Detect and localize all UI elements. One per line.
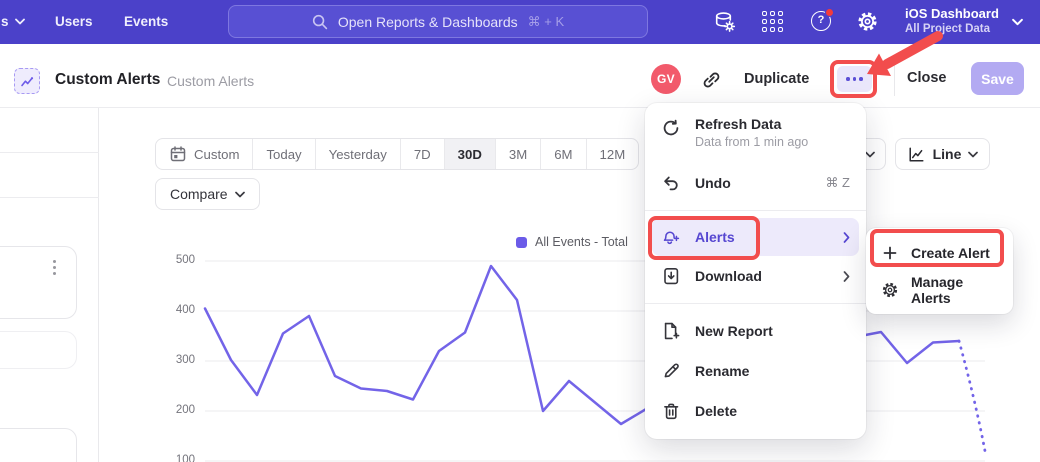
- date-range-7d[interactable]: 7D: [400, 139, 444, 169]
- menu-item-subtitle: Data from 1 min ago: [695, 135, 850, 149]
- submenu-item-label: Manage Alerts: [911, 274, 998, 306]
- download-menu-item[interactable]: Download: [645, 256, 866, 296]
- notification-dot: [825, 8, 834, 17]
- chevron-down-icon: [865, 151, 875, 158]
- chevron-right-icon: [843, 271, 850, 282]
- chevron-right-icon: [843, 232, 850, 243]
- menu-item-label: New Report: [695, 323, 773, 339]
- top-nav-bar: s Users Events Open Reports & Dashboards…: [0, 0, 1040, 44]
- rename-menu-item[interactable]: Rename: [645, 351, 866, 391]
- chevron-down-icon: [968, 151, 978, 158]
- breadcrumb[interactable]: Custom Alerts: [167, 73, 254, 89]
- nav-item-partial-label: s: [1, 14, 9, 29]
- date-range-yesterday[interactable]: Yesterday: [315, 139, 400, 169]
- card-kebab-menu-icon[interactable]: [53, 260, 56, 275]
- sidebar-card[interactable]: [0, 331, 77, 369]
- share-link-icon[interactable]: [700, 69, 722, 91]
- undo-icon: [661, 173, 681, 193]
- chevron-down-icon: [235, 191, 245, 198]
- refresh-data-menu-item[interactable]: Refresh Data Data from 1 min ago: [645, 111, 866, 163]
- delete-menu-item[interactable]: Delete: [645, 391, 866, 431]
- bell-plus-icon: [661, 227, 681, 247]
- mini-line-chart-icon: [19, 73, 35, 89]
- calendar-icon: [169, 145, 187, 163]
- close-button[interactable]: Close: [907, 70, 947, 86]
- y-tick-label: 200: [150, 404, 195, 416]
- trash-icon: [661, 401, 681, 421]
- more-options-menu: Refresh Data Data from 1 min ago Undo ⌘ …: [645, 103, 866, 439]
- nav-item-users[interactable]: Users: [55, 14, 93, 29]
- new-report-icon: [661, 321, 681, 341]
- chart-legend-item[interactable]: All Events - Total: [516, 235, 628, 249]
- search-placeholder: Open Reports & Dashboards: [338, 14, 518, 30]
- menu-item-label: Download: [695, 268, 762, 284]
- date-range-today[interactable]: Today: [252, 139, 314, 169]
- legend-label: All Events - Total: [535, 235, 628, 249]
- search-shortcut: ⌘ + K: [528, 14, 565, 30]
- menu-item-label: Refresh Data: [695, 116, 781, 132]
- chevron-down-icon[interactable]: [1012, 18, 1023, 26]
- new-report-menu-item[interactable]: New Report: [645, 311, 866, 351]
- settings-gear-icon[interactable]: [856, 10, 879, 33]
- download-icon: [661, 266, 681, 286]
- sidebar-card[interactable]: [0, 428, 77, 462]
- legend-swatch: [516, 237, 527, 248]
- y-tick-label: 100: [150, 454, 195, 462]
- create-alert-item[interactable]: Create Alert: [866, 234, 1013, 271]
- date-range-3m[interactable]: 3M: [495, 139, 540, 169]
- project-name: iOS Dashboard: [905, 6, 999, 21]
- pencil-icon: [661, 361, 681, 381]
- shortcut-hint: ⌘ Z: [825, 175, 850, 191]
- save-button[interactable]: Save: [971, 62, 1024, 95]
- y-tick-label: 300: [150, 354, 195, 366]
- menu-divider: [645, 303, 866, 304]
- date-range-12m[interactable]: 12M: [586, 139, 639, 169]
- compare-button[interactable]: Compare: [155, 178, 260, 210]
- gear-icon: [881, 281, 899, 299]
- nav-item-events[interactable]: Events: [124, 14, 168, 29]
- line-chart-icon: [907, 145, 926, 164]
- more-options-button[interactable]: [837, 66, 872, 92]
- nav-item-partial[interactable]: s: [1, 14, 25, 29]
- sidebar-divider: [0, 197, 99, 198]
- plus-icon: [881, 244, 899, 262]
- menu-item-label: Rename: [695, 363, 749, 379]
- date-range-custom[interactable]: Custom: [156, 139, 252, 169]
- menu-item-label: Undo: [695, 175, 731, 191]
- chevron-down-icon: [15, 18, 25, 25]
- search-icon: [312, 14, 328, 30]
- menu-item-label: Delete: [695, 403, 737, 419]
- sidebar-divider: [0, 152, 99, 153]
- submenu-item-label: Create Alert: [911, 245, 990, 261]
- apps-grid-icon[interactable]: [762, 11, 785, 34]
- menu-item-label: Alerts: [695, 229, 735, 245]
- manage-alerts-item[interactable]: Manage Alerts: [866, 271, 1013, 308]
- alerts-menu-item[interactable]: Alerts: [652, 218, 859, 256]
- refresh-icon: [661, 118, 681, 138]
- page-title: Custom Alerts: [55, 71, 160, 89]
- date-range-30d-selected[interactable]: 30D: [444, 139, 495, 169]
- app-window: 500 400 300 200 100 All Events - Total s…: [0, 0, 1040, 462]
- undo-menu-item[interactable]: Undo ⌘ Z: [645, 163, 866, 203]
- search-input[interactable]: Open Reports & Dashboards ⌘ + K: [228, 5, 648, 38]
- data-management-icon[interactable]: [713, 10, 737, 34]
- date-range-segmented-control: Custom Today Yesterday 7D 30D 3M 6M 12M: [155, 138, 639, 170]
- menu-divider: [645, 210, 866, 211]
- y-tick-label: 400: [150, 304, 195, 316]
- date-range-6m[interactable]: 6M: [540, 139, 585, 169]
- project-switcher[interactable]: iOS Dashboard All Project Data: [905, 6, 999, 35]
- header-divider: [894, 62, 895, 96]
- sidebar-card[interactable]: [0, 246, 77, 319]
- chart-type-button[interactable]: Line: [895, 138, 990, 170]
- project-scope: All Project Data: [905, 23, 999, 35]
- duplicate-button[interactable]: Duplicate: [744, 71, 809, 87]
- report-type-icon: [14, 68, 40, 94]
- y-tick-label: 500: [150, 254, 195, 266]
- avatar[interactable]: GV: [651, 64, 681, 94]
- alerts-submenu: Create Alert Manage Alerts: [866, 228, 1013, 314]
- help-icon[interactable]: [811, 11, 831, 31]
